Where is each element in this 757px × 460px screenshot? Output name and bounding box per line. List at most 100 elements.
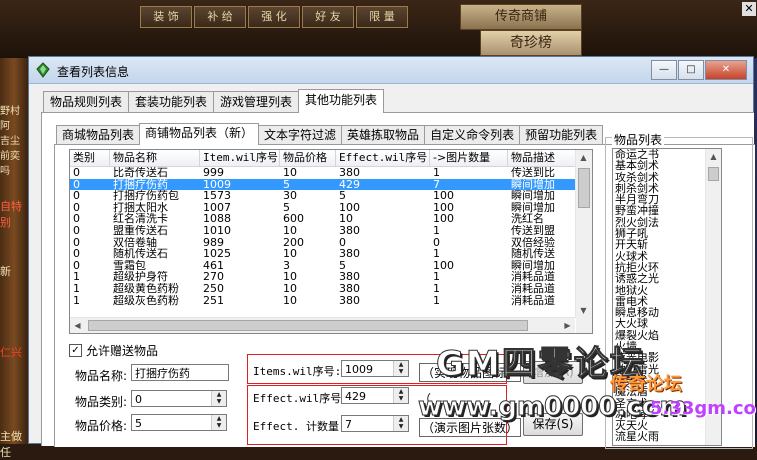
game-tab-friends[interactable]: 好 友 [302,6,354,28]
items-wil-label: Items.wil序号: [253,365,342,378]
shop-items-table[interactable]: 类别 物品名称 Item.wil序号 物品价格 Effect.wil序号 ->图… [69,149,593,334]
item-category-label: 物品类别: [75,395,128,409]
tab-game-management[interactable]: 游戏管理列表 [213,91,300,113]
tab-mall-items[interactable]: 商城物品列表 [56,125,141,145]
table-row[interactable]: 0 比奇传送石 999 10 380 1 传送到比 [70,167,592,179]
scroll-down-icon[interactable]: ▼ [576,303,591,318]
game-tab-limited[interactable]: 限 量 [356,6,408,28]
tab-other-functions[interactable]: 其他功能列表 [298,89,385,113]
minimize-button[interactable]: — [651,60,677,80]
table-horizontal-scrollbar[interactable]: ◀ ▶ [70,317,575,333]
table-cell: 10 [283,271,297,283]
maximize-button[interactable]: □ [678,60,704,80]
items-wil-field[interactable]: 1009 ▲ ▼ [341,360,409,377]
tab-suit-functions[interactable]: 套装功能列表 [128,91,215,113]
table-cell: 瞬间增加 [511,190,555,202]
scroll-thumb[interactable] [578,168,590,208]
table-cell: 250 [203,282,224,295]
game-close-icon[interactable]: ✕ [742,2,756,16]
item-category-field[interactable]: 0 ▲ ▼ [131,390,227,407]
tab-custom-commands[interactable]: 自定义命令列表 [424,125,521,145]
price-spin-icon[interactable]: ▲ ▼ [211,415,226,430]
table-row[interactable]: 1 超级灰色药粉 251 10 380 1 消耗品道 [70,295,592,307]
table-cell: 10 [283,224,297,237]
table-row[interactable]: 1 超级黄色药粉 250 10 380 1 消耗品道 [70,283,592,295]
col-item-wil[interactable]: Item.wil序号 [200,150,280,166]
table-cell: 消耗品道 [511,294,555,307]
table-cell: 0 [73,259,80,272]
scroll-up-icon[interactable]: ▲ [576,150,591,165]
item-name-field[interactable]: 打捆疗伤药 [131,364,229,381]
titlebar[interactable]: 查看列表信息 — □ ✕ [29,57,753,84]
table-cell: 1 [433,167,440,179]
hscroll-thumb[interactable] [88,320,528,331]
game-treasure-title: 奇珍榜 [480,30,582,56]
table-row[interactable]: 0 打捆疗伤药 1009 5 429 7 瞬间增加 [70,178,592,191]
col-image-count[interactable]: ->图片数量 [430,150,508,166]
items-wil-spin-icon[interactable]: ▲ ▼ [393,361,408,376]
table-cell: 0 [73,248,80,260]
effect-count-field[interactable]: 7 ▲ ▼ [341,415,409,432]
col-description[interactable]: 物品描述 [508,150,578,166]
item-list-scroll-up-icon[interactable]: ▲ [706,149,721,164]
table-cell: 瞬间增加 [511,178,555,191]
table-cell: 5 [283,201,290,214]
table-cell: 超级护身符 [113,271,168,283]
col-category[interactable]: 类别 [70,150,110,166]
table-cell: 0 [339,236,346,249]
scroll-corner [576,318,592,333]
game-top-bar: 装 饰 补 给 强 化 好 友 限 量 传奇商铺 奇珍榜 [0,0,757,58]
game-tab-enhance[interactable]: 强 化 [248,6,300,28]
table-row[interactable]: 0 红名清洗卡 1088 600 10 100 洗红名 [70,213,592,225]
table-cell: 1 [433,248,440,260]
scroll-right-icon[interactable]: ▶ [560,318,575,333]
category-spin-icon[interactable]: ▲ ▼ [211,391,226,406]
game-tab-decor[interactable]: 装 饰 [140,6,192,28]
table-cell: 380 [339,248,360,260]
effect-count-label: Effect. 计数量: [253,420,346,433]
allow-gift-check-box[interactable]: ✓ [69,344,82,357]
col-effect-wil[interactable]: Effect.wil序号 [336,150,430,166]
col-item-name[interactable]: 物品名称 [110,150,200,166]
tab-item-rules[interactable]: 物品规则列表 [43,91,130,113]
tab-hero-pickup[interactable]: 英雄拣取物品 [341,125,426,145]
item-price-label: 物品价格: [75,419,128,433]
tab-shop-items-new[interactable]: 商铺物品列表（新） [139,123,260,145]
effect-count-value: 7 [345,418,352,431]
close-button[interactable]: ✕ [705,60,747,80]
tab-reserved[interactable]: 预留功能列表 [519,125,604,145]
item-price-field[interactable]: 5 ▲ ▼ [131,414,227,431]
item-name-label: 物品名称: [75,369,128,383]
table-cell: 7 [433,178,440,191]
table-cell: 10 [283,282,297,295]
scroll-left-icon[interactable]: ◀ [70,318,85,333]
window-title: 查看列表信息 [57,65,130,79]
table-row[interactable]: 1 超级护身符 270 10 380 1 消耗品道 [70,271,592,283]
watermark-logo-url: 5.33gm.com [650,398,757,419]
table-cell: 270 [203,271,224,283]
table-cell: 1025 [203,248,231,260]
table-vertical-scrollbar[interactable]: ▲ ▼ [575,150,592,318]
table-row[interactable]: 0 随机传送石 1025 10 380 1 随机传送 [70,248,592,260]
table-cell: 5 [339,190,346,202]
effect-wil-field[interactable]: 429 ▲ ▼ [341,387,409,404]
game-tab-supply[interactable]: 补 给 [194,6,246,28]
table-row[interactable]: 0 雪霜包 461 3 5 100 瞬间增加 [70,260,592,272]
table-row[interactable]: 0 打捆太阳水 1007 5 100 100 瞬间增加 [70,202,592,214]
table-cell: 10 [283,294,297,307]
game-left-label-2: 自特别 [0,200,22,229]
tab-text-filter[interactable]: 文本字符过滤 [258,125,343,145]
table-cell: 30 [283,190,297,202]
effect-wil-spin-icon[interactable]: ▲ ▼ [393,388,408,403]
table-cell: 0 [73,224,80,237]
item-list-scroll-thumb[interactable] [708,167,719,181]
table-cell: 5 [283,178,290,191]
table-row[interactable]: 0 盟重传送石 1010 10 380 1 传送到盟 [70,225,592,237]
table-cell: 消耗品道 [511,271,555,283]
table-row[interactable]: 0 打捆疗伤药包 1573 30 5 100 瞬间增加 [70,190,592,202]
table-row[interactable]: 0 双倍卷轴 989 200 0 0 双倍经验 [70,237,592,249]
table-cell: 100 [339,201,360,214]
effect-count-spin-icon[interactable]: ▲ ▼ [393,416,408,431]
allow-gift-checkbox[interactable]: ✓ 允许赠送物品 [69,342,158,359]
col-price[interactable]: 物品价格 [280,150,336,166]
